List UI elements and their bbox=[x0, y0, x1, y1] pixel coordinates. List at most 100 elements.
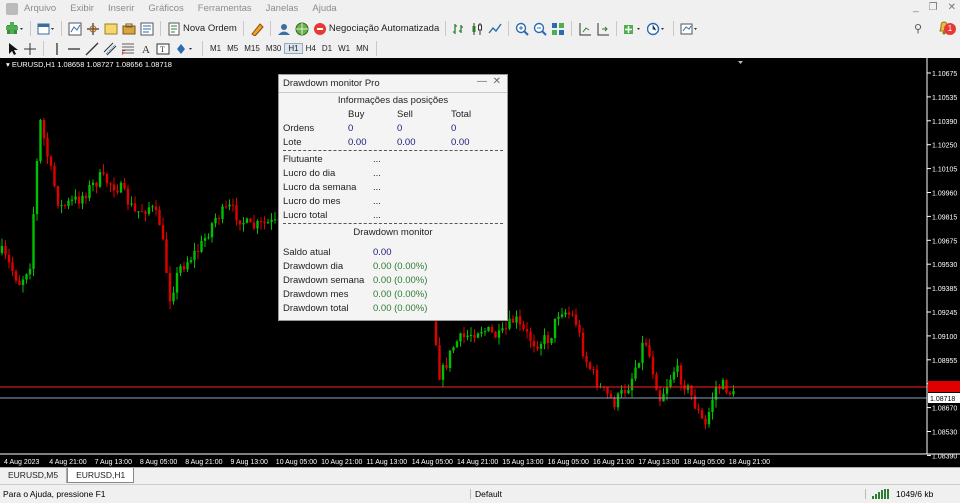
lots-buy-value: 0.00 bbox=[348, 137, 367, 148]
time-axis-label: 9 Aug 13:00 bbox=[231, 459, 268, 466]
chart-shift-marker-icon[interactable] bbox=[738, 61, 743, 64]
time-axis: 4 Aug 2023 4 Aug 21:00 7 Aug 13:00 8 Aug 05… bbox=[4, 459, 770, 466]
time-axis-label: 11 Aug 13:00 bbox=[366, 459, 407, 466]
timeframe-m1[interactable]: M1 bbox=[207, 44, 224, 53]
menu-janelas[interactable]: Janelas bbox=[266, 3, 299, 14]
menu-arquivo[interactable]: Arquivo bbox=[24, 3, 56, 14]
candle-body bbox=[39, 120, 42, 162]
arrows-tool[interactable] bbox=[172, 40, 198, 57]
menu-ferramentas[interactable]: Ferramentas bbox=[198, 3, 252, 14]
experts-button[interactable] bbox=[275, 20, 293, 37]
text-label-tool[interactable]: T bbox=[154, 40, 172, 57]
chart-shift-button[interactable] bbox=[576, 20, 594, 37]
candle-body bbox=[245, 218, 249, 223]
indicators-button[interactable] bbox=[621, 20, 645, 37]
candle-body bbox=[574, 314, 578, 325]
candle-body bbox=[196, 250, 200, 252]
crosshair-tool[interactable] bbox=[21, 40, 39, 57]
minimize-icon[interactable]: — bbox=[477, 76, 487, 87]
new-chart-button[interactable] bbox=[4, 20, 26, 37]
timeframe-d1[interactable]: D1 bbox=[319, 44, 335, 53]
zoom-in-button[interactable] bbox=[513, 20, 531, 37]
lots-sell-value: 0.00 bbox=[397, 137, 416, 148]
toolbox-button[interactable] bbox=[120, 20, 138, 37]
vertical-line-icon bbox=[55, 42, 58, 55]
time-axis-label: 8 Aug 05:00 bbox=[140, 459, 177, 466]
candle-body bbox=[662, 393, 665, 402]
drawdown-month-label: Drawdown mes bbox=[283, 289, 349, 300]
candle-body bbox=[18, 280, 21, 286]
tab-eurusd-h1[interactable]: EURUSD,H1 bbox=[67, 468, 135, 483]
candle-body bbox=[112, 184, 116, 191]
candle-body bbox=[672, 371, 676, 380]
candlestick-button[interactable] bbox=[468, 20, 486, 37]
chart-tabs: EURUSD,M5 EURUSD,H1 bbox=[0, 467, 960, 483]
timeframe-w1[interactable]: W1 bbox=[335, 44, 353, 53]
drawing-toolbar: F A T M1 M5 M15 M30 H1 H4 D1 W1 MN bbox=[0, 39, 960, 58]
candle-body bbox=[133, 203, 137, 212]
fibonacci-tool[interactable]: F bbox=[119, 40, 137, 57]
channel-tool[interactable] bbox=[101, 40, 119, 57]
timeframe-m15[interactable]: M15 bbox=[241, 44, 263, 53]
globe-icon bbox=[295, 22, 309, 35]
zoom-out-button[interactable] bbox=[531, 20, 549, 37]
line-chart-button[interactable] bbox=[486, 20, 504, 37]
algo-trading-button[interactable]: Negociação Automatizada bbox=[311, 20, 441, 37]
bar-chart-button[interactable] bbox=[450, 20, 468, 37]
menu-exibir[interactable]: Exibir bbox=[70, 3, 94, 14]
tile-windows-icon bbox=[552, 22, 565, 35]
close-icon[interactable]: ✕ bbox=[948, 2, 956, 13]
templates-button[interactable] bbox=[678, 20, 702, 37]
candle-body bbox=[270, 219, 273, 223]
restore-icon[interactable]: ❐ bbox=[929, 2, 938, 13]
periodicity-button[interactable] bbox=[645, 20, 669, 37]
globe-button[interactable] bbox=[293, 20, 311, 37]
templates-icon bbox=[680, 23, 698, 34]
data-window-icon bbox=[104, 23, 118, 34]
candle-body bbox=[546, 335, 550, 344]
tile-windows-button[interactable] bbox=[549, 20, 567, 37]
tab-eurusd-m5[interactable]: EURUSD,M5 bbox=[0, 468, 68, 483]
vertical-line-tool[interactable] bbox=[48, 40, 65, 57]
menu-inserir[interactable]: Inserir bbox=[108, 3, 134, 14]
orders-sell-value: 0 bbox=[397, 123, 403, 134]
drawdown-week-value: 0.00 (0.00%) bbox=[373, 275, 428, 286]
minimize-icon[interactable]: _ bbox=[913, 2, 919, 13]
market-watch-button[interactable] bbox=[66, 20, 84, 37]
channel-icon bbox=[103, 42, 117, 55]
trendline-tool[interactable] bbox=[83, 40, 101, 57]
data-window-button[interactable] bbox=[102, 20, 120, 37]
candle-body bbox=[42, 120, 46, 139]
candle-body bbox=[32, 214, 35, 269]
strategy-tester-button[interactable] bbox=[138, 20, 156, 37]
time-axis-label: 16 Aug 21:00 bbox=[593, 459, 634, 466]
autoscroll-button[interactable] bbox=[594, 20, 612, 37]
menu-ajuda[interactable]: Ajuda bbox=[312, 3, 336, 14]
new-order-button[interactable]: Nova Ordem bbox=[165, 20, 239, 37]
metaeditor-button[interactable] bbox=[248, 20, 266, 37]
floating-value: ... bbox=[373, 154, 381, 165]
text-tool[interactable]: A bbox=[137, 40, 154, 57]
column-sell: Sell bbox=[397, 109, 413, 120]
horizontal-line-tool[interactable] bbox=[65, 40, 83, 57]
price-axis-label: 1.10675 bbox=[932, 71, 957, 78]
search-icon[interactable]: ⚲ bbox=[914, 22, 922, 35]
timeframe-h1[interactable]: H1 bbox=[284, 43, 303, 54]
notifications-button[interactable]: 1 bbox=[938, 20, 956, 37]
navigator-button[interactable] bbox=[84, 20, 102, 37]
profiles-button[interactable] bbox=[35, 20, 57, 37]
timeframe-m5[interactable]: M5 bbox=[224, 44, 241, 53]
balance-row: Saldo atual 0.00 bbox=[279, 246, 507, 260]
timeframe-h4[interactable]: H4 bbox=[303, 44, 319, 53]
close-icon[interactable]: ✕ bbox=[493, 76, 501, 87]
menu-graficos[interactable]: Gráficos bbox=[148, 3, 183, 14]
connection-status[interactable]: 1049/6 kb bbox=[865, 489, 933, 499]
metaeditor-icon bbox=[251, 22, 264, 36]
timeframe-mn[interactable]: MN bbox=[353, 44, 371, 53]
status-profile[interactable]: Default bbox=[470, 489, 865, 499]
timeframe-m30[interactable]: M30 bbox=[263, 44, 285, 53]
profit-day-row: Lucro do dia ... bbox=[279, 167, 507, 181]
panel-header[interactable]: Drawdown monitor Pro — ✕ bbox=[279, 75, 507, 93]
cursor-tool[interactable] bbox=[4, 40, 21, 57]
toolbox-icon bbox=[122, 23, 136, 34]
